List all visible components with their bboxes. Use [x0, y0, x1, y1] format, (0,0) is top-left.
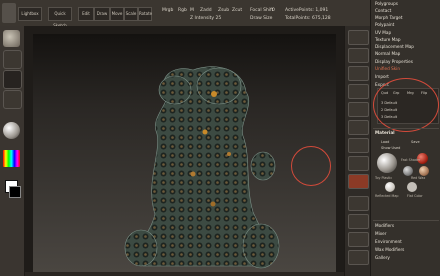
- mrgb-label[interactable]: Mrgb: [162, 8, 173, 13]
- menu-morph-target[interactable]: Morph Target: [375, 15, 403, 20]
- zsub-label[interactable]: Zsub: [218, 8, 229, 13]
- draw-button[interactable]: Draw: [94, 7, 110, 21]
- menu-uv-map[interactable]: UV Map: [375, 30, 391, 35]
- move-icon[interactable]: [348, 196, 369, 211]
- left-toolbar: [0, 26, 25, 276]
- menu-polypaint[interactable]: Polypaint: [375, 22, 394, 27]
- material-sphere-main[interactable]: [377, 153, 397, 173]
- move-button[interactable]: Move: [110, 7, 124, 21]
- brush-icon[interactable]: [3, 30, 20, 47]
- rgb-label[interactable]: Rgb: [178, 8, 187, 13]
- scale-button[interactable]: Scale: [124, 7, 138, 21]
- material-red-wax: Red Wax: [411, 176, 426, 180]
- rotate-button[interactable]: Rotate: [138, 7, 152, 21]
- material-mixer[interactable]: Mixer: [375, 231, 386, 236]
- lightbox-icon[interactable]: [2, 3, 16, 23]
- actual-button[interactable]: [348, 102, 369, 117]
- focal-shift-value[interactable]: 0: [272, 8, 275, 13]
- color-picker-icon[interactable]: [3, 150, 20, 167]
- frame-icon[interactable]: [348, 250, 369, 265]
- material-sphere-flat[interactable]: [407, 182, 417, 192]
- right-shelf: [344, 26, 371, 276]
- brush-cursor-circle: [291, 146, 331, 186]
- sculpted-model: [124, 66, 280, 269]
- zoom-button[interactable]: [348, 84, 369, 99]
- material-sphere-wax[interactable]: [419, 166, 429, 176]
- material-reflected-map: Reflected Map: [375, 194, 399, 198]
- scroll-button[interactable]: [348, 66, 369, 81]
- menu-normal-map[interactable]: Normal Map: [375, 51, 400, 56]
- material-save-button[interactable]: Save: [411, 140, 420, 144]
- spix-button[interactable]: [348, 48, 369, 63]
- m-label[interactable]: M: [190, 8, 194, 13]
- z-intensity-label[interactable]: Z Intensity 25: [190, 16, 221, 21]
- menu-displacement-map[interactable]: Displacement Map: [375, 44, 414, 49]
- document-canvas[interactable]: [33, 34, 336, 272]
- right-panel: Polygroups Contact Morph Target Polypain…: [370, 0, 440, 276]
- material-title[interactable]: Material: [375, 130, 395, 135]
- material-sphere-gray[interactable]: [403, 166, 413, 176]
- persp-button[interactable]: [348, 138, 369, 153]
- material-fast-shader: Fast Shader: [401, 158, 421, 162]
- bpr-button[interactable]: [348, 30, 369, 45]
- alpha-icon[interactable]: [3, 70, 22, 89]
- draw-size-label[interactable]: Draw Size: [250, 16, 272, 21]
- floor-button[interactable]: [348, 156, 369, 171]
- material-load-button[interactable]: Load: [381, 140, 389, 144]
- menu-polygroups[interactable]: Polygroups: [375, 1, 398, 6]
- material-environment[interactable]: Environment: [375, 239, 402, 244]
- menu-unified-skin[interactable]: Unified Skin: [375, 66, 400, 71]
- material-flat-color: Flat Color: [407, 194, 423, 198]
- menu-import[interactable]: Import: [375, 74, 389, 79]
- total-points: TotalPoints: 675,128: [285, 16, 331, 21]
- texture-icon[interactable]: [3, 90, 22, 109]
- material-show-used-button[interactable]: Show Used: [381, 146, 400, 150]
- zcut-label[interactable]: Zcut: [232, 8, 242, 13]
- aahalf-button[interactable]: [348, 120, 369, 135]
- edit-button[interactable]: Edit: [78, 7, 94, 21]
- focal-shift-label[interactable]: Focal Shift: [250, 8, 273, 13]
- scale-icon[interactable]: [348, 214, 369, 229]
- rotate-icon[interactable]: [348, 232, 369, 247]
- menu-contact[interactable]: Contact: [375, 8, 391, 13]
- material-sphere-icon[interactable]: [3, 122, 20, 139]
- material-modifiers[interactable]: Modifiers: [375, 223, 394, 228]
- zadd-label[interactable]: Zadd: [200, 8, 212, 13]
- export-annotation-circle: [373, 78, 439, 132]
- color-swatch-black[interactable]: [9, 186, 21, 198]
- material-sphere-white[interactable]: [385, 182, 395, 192]
- material-gallery[interactable]: Gallery: [375, 255, 390, 260]
- material-wax-modifiers[interactable]: Wax Modifiers: [375, 247, 404, 252]
- active-points: ActivePoints: 1,091: [285, 8, 329, 13]
- material-toy-plastic: Toy Plastic: [375, 176, 393, 180]
- lightbox-button[interactable]: Lightbox: [18, 7, 42, 21]
- menu-texture-map[interactable]: Texture Map: [375, 37, 401, 42]
- menu-display-properties[interactable]: Display Properties: [375, 59, 413, 64]
- local-button[interactable]: [348, 174, 369, 189]
- stroke-icon[interactable]: [3, 50, 22, 69]
- quick-sketch-button[interactable]: Quick Sketch: [48, 7, 72, 28]
